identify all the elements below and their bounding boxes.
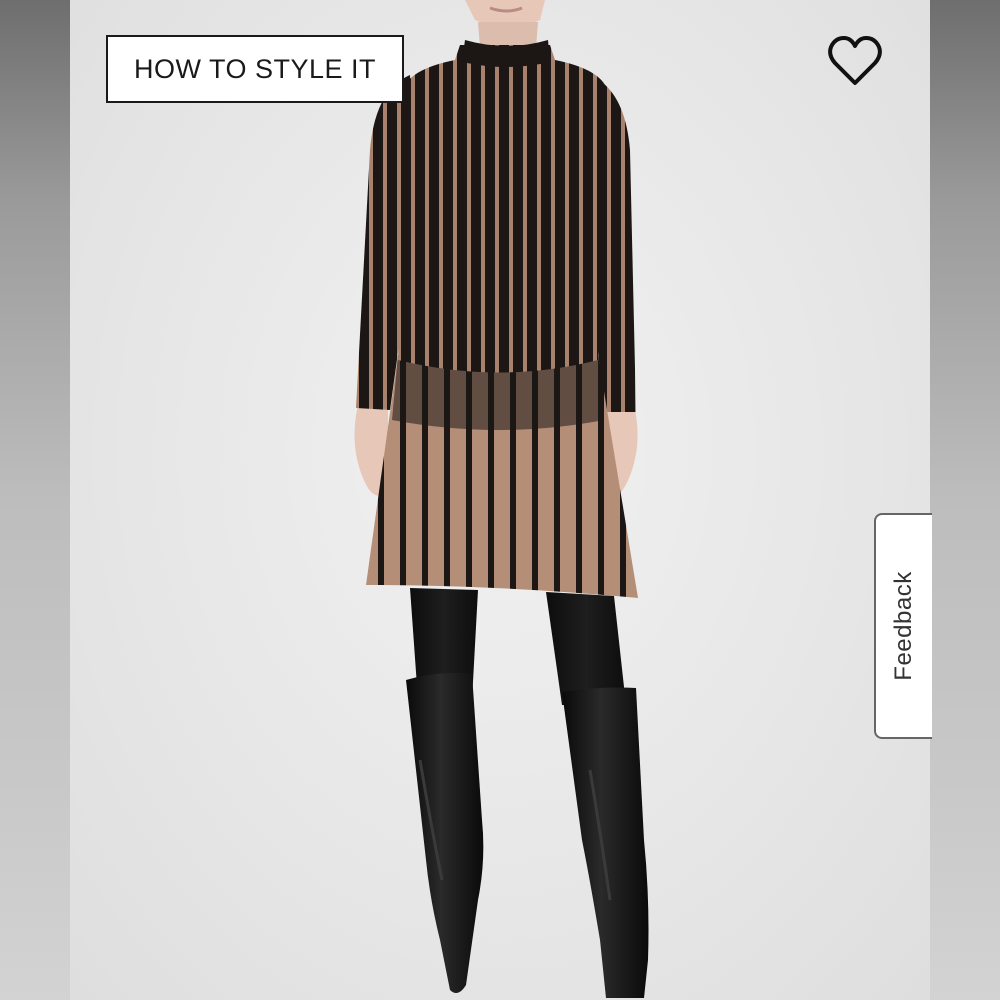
model-face [465,0,545,48]
dress-skirt [366,355,638,598]
how-to-style-it-button[interactable]: HOW TO STYLE IT [106,35,404,103]
dress-bodice [398,40,605,373]
favorite-button[interactable] [822,30,888,92]
model-boots [406,672,649,998]
feedback-tab[interactable]: Feedback [874,513,932,739]
feedback-label: Feedback [890,571,917,681]
right-blur-gutter [930,0,1000,1000]
heart-outline-icon [828,36,882,85]
left-blur-gutter [0,0,70,1000]
product-image-viewer: HOW TO STYLE IT Feedback [0,0,1000,1000]
product-photo[interactable] [70,0,930,1000]
